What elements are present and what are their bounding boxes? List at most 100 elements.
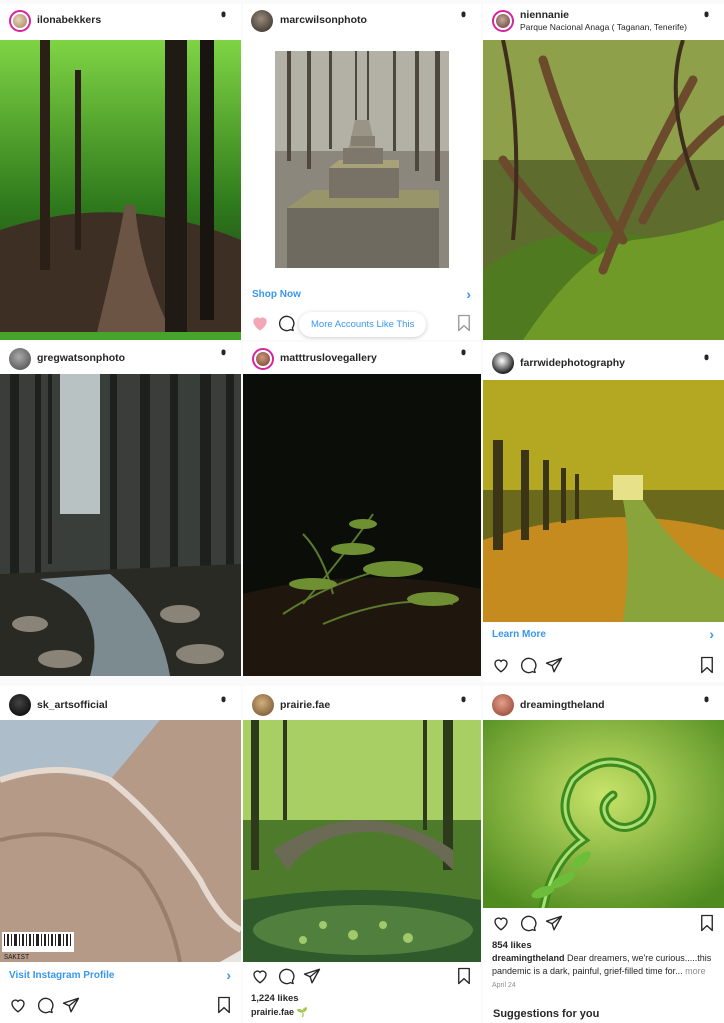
caption-username[interactable]: dreamingtheland	[492, 953, 565, 963]
dark-fern-image	[243, 374, 481, 676]
post-card: prairie.fae ••• 1,224 likes prairie.fae …	[243, 686, 481, 1023]
post-card: dreamingtheland ••• 854 likes dreamingth…	[483, 686, 724, 1023]
avatar[interactable]	[9, 694, 31, 716]
comment-icon[interactable]	[36, 996, 54, 1014]
post-header: ilonabekkers •••	[0, 4, 241, 38]
heart-icon[interactable]	[9, 996, 27, 1014]
mossy-forest-image	[483, 40, 724, 340]
post-header: niennanie Parque Nacional Anaga ( Tagana…	[483, 4, 724, 38]
post-photo[interactable]	[483, 720, 724, 908]
forest-path-image	[0, 40, 241, 340]
post-caption: prairie.fae 🌱	[251, 1006, 471, 1019]
avatar[interactable]	[9, 10, 31, 32]
post-header: matttruslovegallery •••	[243, 342, 481, 376]
caption-text: 🌱	[296, 1007, 308, 1017]
cta-label: Learn More	[492, 629, 546, 640]
post-card: ilonabekkers •••	[0, 4, 241, 340]
post-header: prairie.fae •••	[243, 686, 481, 720]
username[interactable]: dreamingtheland	[520, 699, 605, 711]
forest-stream-image	[0, 374, 241, 676]
post-actions	[483, 654, 724, 678]
heart-icon[interactable]	[492, 656, 510, 674]
post-card: sk_artsofficial ••• SAKIST Visit Instagr…	[0, 686, 241, 1023]
post-photo[interactable]	[0, 374, 241, 676]
username[interactable]: ilonabekkers	[37, 14, 101, 26]
avatar[interactable]	[252, 694, 274, 716]
avatar[interactable]	[251, 10, 273, 32]
more-options-icon[interactable]: •••	[456, 11, 472, 14]
comment-icon[interactable]	[277, 967, 295, 985]
avatar[interactable]	[252, 348, 274, 370]
comment-icon[interactable]	[519, 914, 537, 932]
bookmark-icon[interactable]	[698, 656, 716, 674]
post-card: marcwilsonphoto ••• Shop Now › More Acco…	[243, 4, 481, 340]
post-photo[interactable]	[243, 720, 481, 962]
heart-icon[interactable]	[251, 314, 269, 332]
more-options-icon[interactable]: •••	[456, 696, 472, 699]
paper-plane-icon[interactable]	[303, 967, 321, 985]
avatar[interactable]	[492, 694, 514, 716]
post-date: April 24	[492, 982, 516, 989]
paper-plane-icon[interactable]	[62, 996, 80, 1014]
chevron-right-icon: ›	[466, 286, 471, 302]
post-photo[interactable]	[483, 380, 724, 622]
caption-username[interactable]: prairie.fae	[251, 1007, 294, 1017]
post-photo[interactable]	[0, 40, 241, 340]
cta-label: Shop Now	[252, 289, 301, 300]
like-count[interactable]: 854 likes	[492, 940, 532, 951]
post-photo[interactable]: SAKIST	[0, 720, 241, 962]
more-options-icon[interactable]: •••	[216, 696, 232, 699]
more-link[interactable]: more	[685, 966, 706, 976]
post-header: dreamingtheland •••	[483, 686, 724, 720]
username[interactable]: farrwidephotography	[520, 357, 625, 369]
more-options-icon[interactable]: •••	[699, 11, 715, 14]
post-actions	[0, 994, 241, 1018]
post-header: farrwidephotography •••	[483, 342, 724, 380]
shop-now-link[interactable]: Shop Now ›	[243, 284, 481, 306]
location-label[interactable]: Parque Nacional Anaga ( Taganan, Tenerif…	[520, 22, 687, 32]
visit-profile-link[interactable]: Visit Instagram Profile ›	[0, 965, 241, 987]
photo-watermark: SAKIST	[4, 954, 29, 962]
post-card: niennanie Parque Nacional Anaga ( Tagana…	[483, 4, 724, 340]
post-photo[interactable]	[243, 374, 481, 676]
post-card: gregwatsonphoto •••	[0, 342, 241, 676]
more-options-icon[interactable]: •••	[216, 349, 232, 352]
more-options-icon[interactable]: •••	[216, 11, 232, 14]
username[interactable]: matttruslovegallery	[280, 352, 377, 364]
username[interactable]: marcwilsonphoto	[280, 14, 367, 26]
paper-plane-icon[interactable]	[545, 656, 563, 674]
forest-blocks-image	[243, 40, 481, 282]
bookmark-icon[interactable]	[455, 314, 473, 332]
autumn-avenue-image	[483, 380, 724, 622]
more-accounts-button[interactable]: More Accounts Like This	[299, 312, 427, 337]
heart-icon[interactable]	[492, 914, 510, 932]
avatar[interactable]	[9, 348, 31, 370]
post-actions	[243, 965, 481, 989]
bookmark-icon[interactable]	[215, 996, 233, 1014]
post-photo[interactable]	[483, 40, 724, 340]
comment-icon[interactable]	[277, 314, 295, 332]
paper-plane-icon[interactable]	[545, 914, 563, 932]
comment-icon[interactable]	[519, 656, 537, 674]
bookmark-icon[interactable]	[698, 914, 716, 932]
post-header: gregwatsonphoto •••	[0, 342, 241, 376]
username[interactable]: niennanie	[520, 9, 569, 21]
learn-more-link[interactable]: Learn More ›	[483, 624, 724, 646]
username[interactable]: prairie.fae	[280, 699, 330, 711]
chevron-right-icon: ›	[709, 626, 714, 642]
heart-icon[interactable]	[251, 967, 269, 985]
like-count[interactable]: 1,224 likes	[251, 993, 299, 1004]
username[interactable]: sk_artsofficial	[37, 699, 108, 711]
avatar[interactable]	[492, 352, 514, 374]
avatar[interactable]	[492, 10, 514, 32]
more-options-icon[interactable]: •••	[699, 696, 715, 699]
bookmark-icon[interactable]	[455, 967, 473, 985]
more-options-icon[interactable]: •••	[456, 349, 472, 352]
cta-label: Visit Instagram Profile	[9, 970, 115, 981]
stone-bridge-image	[243, 720, 481, 962]
post-photo[interactable]	[243, 40, 481, 282]
post-header: marcwilsonphoto •••	[243, 4, 481, 38]
post-actions	[483, 912, 724, 936]
more-options-icon[interactable]: •••	[699, 354, 715, 357]
username[interactable]: gregwatsonphoto	[37, 352, 125, 364]
